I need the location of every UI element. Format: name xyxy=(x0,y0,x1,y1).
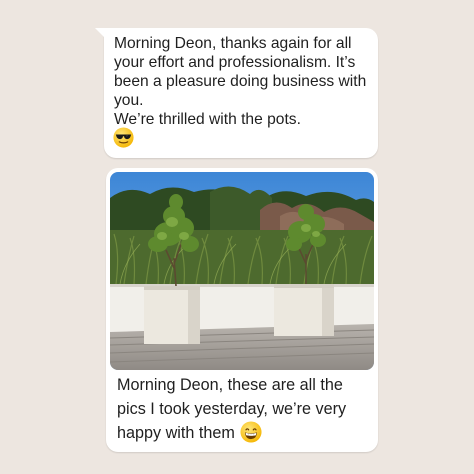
photo-caption: Morning Deon, these are all the pics I t… xyxy=(117,373,370,445)
bubble-tail xyxy=(95,28,105,38)
grinning-emoji-icon xyxy=(240,421,262,443)
message-text: Morning Deon, thanks again for all your … xyxy=(114,35,367,128)
caption-text: Morning Deon, these are all the pics I t… xyxy=(117,376,347,442)
planters-photo-image xyxy=(110,172,374,370)
sunglasses-emoji-icon xyxy=(113,127,134,148)
message-bubble-incoming[interactable]: Morning Deon, thanks again for all your … xyxy=(95,28,378,158)
photo-attachment[interactable] xyxy=(110,172,374,370)
message-bubble-photo[interactable]: Morning Deon, these are all the pics I t… xyxy=(106,168,378,452)
